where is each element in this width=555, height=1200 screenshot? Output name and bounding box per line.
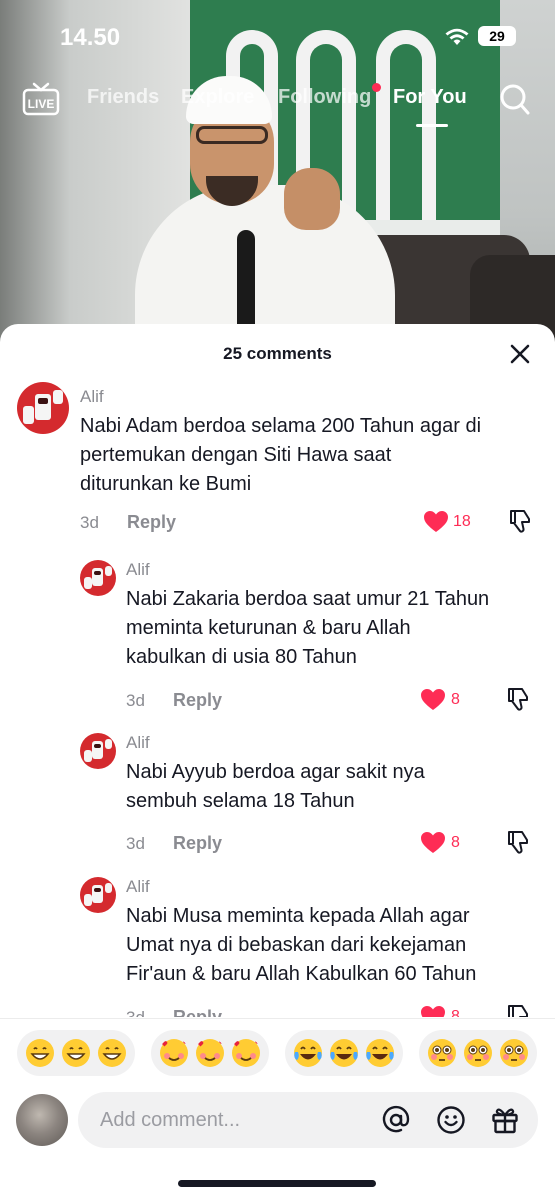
- comment-age: 3d: [126, 1008, 145, 1017]
- active-tab-indicator: [416, 124, 448, 127]
- flushed-face-icon: [464, 1039, 492, 1067]
- grinning-face-icon: [98, 1039, 126, 1067]
- comment-username[interactable]: Alif: [126, 733, 150, 753]
- dislike-icon[interactable]: [506, 687, 530, 713]
- heart-icon[interactable]: [423, 510, 449, 534]
- wifi-icon: [445, 28, 469, 45]
- top-nav: LIVE Friends Explore Following For You: [0, 80, 555, 127]
- reply-comment-item: Alif Nabi Ayyub berdoa agar sakit nya se…: [0, 723, 555, 868]
- smiling-face-with-hearts-icon: [160, 1039, 188, 1067]
- comments-count-title: 25 comments: [223, 344, 332, 363]
- comment-text: Nabi Musa meminta kepada Allah agar Umat…: [126, 905, 477, 985]
- emoji-hearts-button[interactable]: [151, 1030, 269, 1076]
- live-button[interactable]: LIVE: [22, 82, 60, 116]
- status-bar: 14.50 29: [0, 0, 555, 70]
- comment-username[interactable]: Alif: [126, 560, 150, 580]
- like-count: 8: [451, 834, 460, 851]
- emoji-flushed-button[interactable]: [419, 1030, 537, 1076]
- live-tv-icon: LIVE: [22, 82, 60, 116]
- status-time: 14.50: [60, 24, 121, 51]
- home-indicator: [178, 1180, 376, 1187]
- dislike-icon[interactable]: [508, 509, 532, 535]
- avatar[interactable]: [80, 733, 116, 769]
- dislike-icon[interactable]: [506, 1004, 530, 1017]
- tab-friends[interactable]: Friends: [87, 86, 159, 109]
- comment-age: 3d: [126, 691, 145, 710]
- reply-button[interactable]: Reply: [173, 833, 222, 854]
- battery-indicator: 29: [478, 26, 516, 46]
- comment-input-row: [0, 1088, 555, 1158]
- following-notification-dot: [372, 83, 381, 92]
- mention-icon[interactable]: [381, 1105, 411, 1135]
- avatar[interactable]: [17, 382, 69, 434]
- heart-icon[interactable]: [420, 1005, 446, 1017]
- flushed-face-icon: [428, 1039, 456, 1067]
- tab-for-you[interactable]: For You: [393, 86, 467, 109]
- grinning-face-icon: [62, 1039, 90, 1067]
- emoji-quick-bar: [0, 1018, 555, 1088]
- like-count: 8: [451, 691, 460, 708]
- comment-age: 3d: [80, 513, 99, 532]
- flushed-face-icon: [500, 1039, 528, 1067]
- heart-icon[interactable]: [420, 688, 446, 712]
- comment-age: 3d: [126, 834, 145, 853]
- face-with-tears-of-joy-icon: [294, 1039, 322, 1067]
- video-person-hand: [284, 168, 340, 230]
- reply-comment-item: Alif Nabi Zakaria berdoa saat umur 21 Ta…: [0, 550, 555, 722]
- comment-text: Nabi Zakaria berdoa saat umur 21 Tahun m…: [126, 588, 490, 668]
- dislike-icon[interactable]: [506, 830, 530, 856]
- like-count: 18: [453, 513, 471, 530]
- comment-username[interactable]: Alif: [126, 877, 150, 897]
- video-person-glasses: [196, 126, 268, 144]
- search-icon[interactable]: [499, 82, 531, 116]
- grinning-face-icon: [26, 1039, 54, 1067]
- reply-button[interactable]: Reply: [173, 690, 222, 711]
- smiling-face-with-hearts-icon: [232, 1039, 260, 1067]
- comments-list[interactable]: Alif Nabi Adam berdoa selama 200 Tahun a…: [0, 372, 555, 1017]
- emoji-tears-of-joy-button[interactable]: [285, 1030, 403, 1076]
- gift-icon[interactable]: [490, 1105, 520, 1135]
- smiling-face-with-hearts-icon: [196, 1039, 224, 1067]
- reply-comment-item: Alif Nabi Musa meminta kepada Allah agar…: [0, 867, 555, 1017]
- reply-button[interactable]: Reply: [173, 1007, 222, 1017]
- face-with-tears-of-joy-icon: [330, 1039, 358, 1067]
- comment-username[interactable]: Alif: [80, 387, 104, 407]
- reply-button[interactable]: Reply: [127, 512, 176, 533]
- comment-text: Nabi Adam berdoa selama 200 Tahun agar d…: [80, 415, 482, 495]
- comment-input-box[interactable]: [78, 1092, 538, 1148]
- tab-explore[interactable]: Explore: [181, 86, 254, 109]
- comment-text: Nabi Ayyub berdoa agar sakit nya sembuh …: [126, 761, 425, 812]
- avatar[interactable]: [80, 877, 116, 913]
- emoji-picker-icon[interactable]: [436, 1105, 466, 1135]
- tab-following[interactable]: Following: [278, 86, 371, 109]
- svg-text:LIVE: LIVE: [28, 97, 55, 111]
- current-user-avatar: [16, 1094, 68, 1146]
- comment-item: Alif Nabi Adam berdoa selama 200 Tahun a…: [0, 372, 555, 547]
- heart-icon[interactable]: [420, 831, 446, 855]
- close-icon[interactable]: [508, 342, 532, 366]
- comments-sheet: 25 comments Alif Nabi Adam berdoa selama…: [0, 324, 555, 1200]
- comment-input[interactable]: [100, 1092, 370, 1148]
- face-with-tears-of-joy-icon: [366, 1039, 394, 1067]
- avatar[interactable]: [80, 560, 116, 596]
- emoji-grinning-button[interactable]: [17, 1030, 135, 1076]
- like-count: 8: [451, 1008, 460, 1017]
